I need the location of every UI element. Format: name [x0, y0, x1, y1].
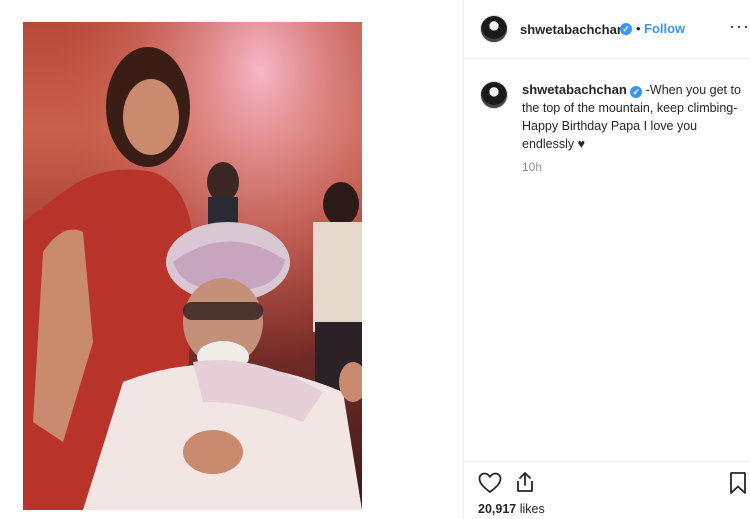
- header-username[interactable]: shwetabachchan: [520, 22, 625, 37]
- likes-number: 20,917: [478, 502, 517, 516]
- pane-divider: [463, 0, 464, 519]
- action-bar: 20,917 likes: [464, 461, 750, 519]
- heart-icon[interactable]: [478, 471, 502, 495]
- timestamp[interactable]: 10h: [522, 160, 542, 174]
- post-photo[interactable]: [23, 22, 362, 510]
- verified-icon: ✓: [620, 23, 632, 35]
- post-photo-illustration: [23, 22, 362, 510]
- likes-label: likes: [519, 502, 545, 516]
- avatar[interactable]: [480, 15, 508, 43]
- separator-dot: •: [636, 21, 641, 36]
- likes-count[interactable]: 20,917 likes: [478, 502, 545, 516]
- caption-text: shwetabachchan ✓ -When you get to the to…: [522, 81, 742, 153]
- caption-avatar[interactable]: [480, 81, 508, 109]
- more-icon[interactable]: ···: [729, 16, 750, 37]
- caption-verified-icon: ✓: [630, 86, 643, 98]
- bookmark-icon[interactable]: [728, 471, 748, 495]
- post-media-pane: [0, 0, 463, 519]
- post-header: shwetabachchan ✓ • Follow ···: [464, 0, 750, 59]
- follow-button[interactable]: Follow: [644, 21, 685, 36]
- share-icon[interactable]: [513, 470, 537, 494]
- caption-username[interactable]: shwetabachchan: [522, 82, 627, 97]
